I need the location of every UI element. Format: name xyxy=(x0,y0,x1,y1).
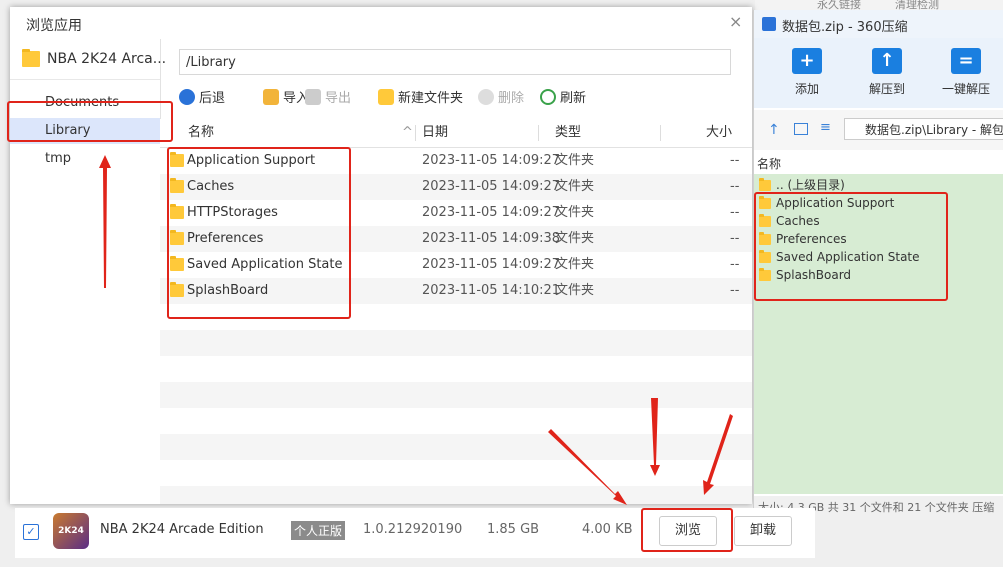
file-toolbar: 后退 导入 导出 新建文件夹 删除 刷新 xyxy=(179,87,739,111)
view-icon[interactable] xyxy=(794,123,808,135)
uninstall-button[interactable]: 卸载 xyxy=(734,516,792,546)
file-row[interactable]: Application Support 2023-11-05 14:09:27 文件… xyxy=(160,148,752,174)
folder-icon xyxy=(759,214,771,227)
file-list: 名称 ^ 日期 类型 大小 Application Support 2023-11… xyxy=(160,119,752,504)
app-list-row: ✓ 2K24 NBA 2K24 Arcade Edition 个人正版 1.0.… xyxy=(15,508,815,558)
zip-file-list: 名称 .. (上级目录) Application Support Caches … xyxy=(754,154,1003,494)
import-icon xyxy=(263,89,279,105)
zip-app-icon xyxy=(762,17,776,31)
zip-nav-bar: ↑ ≡ 数据包.zip\Library - 解包 xyxy=(754,110,1003,150)
folder-icon xyxy=(170,282,184,297)
sidebar-item-library[interactable]: Library xyxy=(10,118,160,144)
add-button[interactable]: + 添加 xyxy=(777,48,837,97)
file-row[interactable]: Preferences 2023-11-05 14:09:38 文件夹 -- xyxy=(160,226,752,252)
folder-icon xyxy=(759,232,771,245)
column-header-type[interactable]: 类型 xyxy=(555,119,581,147)
export-button[interactable]: 导出 xyxy=(305,87,351,111)
app-version: 1.0.212920190 xyxy=(363,522,463,537)
new-folder-icon xyxy=(378,89,394,105)
folder-icon xyxy=(759,178,771,191)
list-view-icon[interactable]: ≡ xyxy=(820,120,831,135)
zip-column-name[interactable]: 名称 xyxy=(754,154,1003,174)
folder-icon xyxy=(759,250,771,263)
folder-icon xyxy=(759,196,771,209)
file-row[interactable]: SplashBoard 2023-11-05 14:10:21 文件夹 -- xyxy=(160,278,752,304)
folder-icon xyxy=(170,230,184,245)
column-header-date[interactable]: 日期 xyxy=(422,119,448,147)
add-icon: + xyxy=(792,48,822,74)
refresh-button[interactable]: 刷新 xyxy=(540,87,586,111)
folder-icon xyxy=(22,49,40,67)
zip-title-bar: 数据包.zip - 360压缩 xyxy=(754,10,1003,38)
file-row[interactable]: HTTPStorages 2023-11-05 14:09:27 文件夹 -- xyxy=(160,200,752,226)
app-name: NBA 2K24 Arca... xyxy=(47,51,167,67)
delete-button[interactable]: 删除 xyxy=(478,87,524,111)
delete-icon xyxy=(478,89,494,105)
parent-dir-row[interactable]: .. (上级目录) xyxy=(754,176,1003,194)
app-title: NBA 2K24 Arcade Edition xyxy=(100,522,264,537)
path-field[interactable]: /Library xyxy=(179,49,731,75)
zip-title: 数据包.zip - 360压缩 xyxy=(782,20,908,35)
import-button[interactable]: 导入 xyxy=(263,87,309,111)
back-arrow-icon xyxy=(179,89,195,105)
app-icon: 2K24 xyxy=(53,513,89,549)
one-click-extract-button[interactable]: = 一键解压 xyxy=(936,48,996,97)
refresh-icon xyxy=(540,89,556,105)
zip-list-item[interactable]: Caches xyxy=(754,212,1003,230)
browse-app-dialog: 浏览应用 × NBA 2K24 Arca... Documents Librar… xyxy=(10,7,752,504)
background-window-top: 永久链接 清理检测 xyxy=(755,0,1003,11)
one-click-extract-icon: = xyxy=(951,48,981,74)
browse-button[interactable]: 浏览 xyxy=(659,516,717,546)
folder-sidebar: NBA 2K24 Arca... Documents Library tmp xyxy=(10,39,166,504)
close-icon[interactable]: × xyxy=(729,12,742,31)
folder-icon xyxy=(170,152,184,167)
zip-list-item[interactable]: Application Support xyxy=(754,194,1003,212)
license-badge: 个人正版 xyxy=(291,521,346,540)
app-checkbox[interactable]: ✓ xyxy=(23,524,39,540)
folder-icon xyxy=(170,256,184,271)
zip-list-item[interactable]: Preferences xyxy=(754,230,1003,248)
zip-path-field[interactable]: 数据包.zip\Library - 解包 xyxy=(844,118,1003,140)
export-icon xyxy=(305,89,321,105)
file-row[interactable]: Saved Application State 2023-11-05 14:09:… xyxy=(160,252,752,278)
sort-icon: ^ xyxy=(402,125,413,140)
folder-icon xyxy=(170,204,184,219)
sidebar-item-documents[interactable]: Documents xyxy=(10,90,160,116)
column-header-name[interactable]: 名称 xyxy=(188,119,214,147)
zip-list-item[interactable]: Saved Application State xyxy=(754,248,1003,266)
zip-window: 数据包.zip - 360压缩 + 添加 ↑ 解压到 = 一键解压 ↑ ≡ 数据包.z… xyxy=(753,10,1003,520)
up-icon[interactable]: ↑ xyxy=(768,122,780,138)
folder-icon xyxy=(759,268,771,281)
extract-icon: ↑ xyxy=(872,48,902,74)
sidebar-item-tmp[interactable]: tmp xyxy=(10,146,160,172)
back-button[interactable]: 后退 xyxy=(179,87,225,111)
app-size: 1.85 GB xyxy=(487,522,540,537)
folder-icon xyxy=(170,178,184,193)
file-row[interactable]: Caches 2023-11-05 14:09:27 文件夹 -- xyxy=(160,174,752,200)
app-header: NBA 2K24 Arca... xyxy=(10,39,166,80)
zip-toolbar: + 添加 ↑ 解压到 = 一键解压 xyxy=(754,38,1003,108)
column-header-size[interactable]: 大小 xyxy=(706,119,732,147)
doc-size: 4.00 KB xyxy=(582,522,633,537)
zip-list-item[interactable]: SplashBoard xyxy=(754,266,1003,284)
dialog-title: 浏览应用 xyxy=(26,18,82,34)
extract-to-button[interactable]: ↑ 解压到 xyxy=(857,48,917,97)
new-folder-button[interactable]: 新建文件夹 xyxy=(378,87,463,111)
